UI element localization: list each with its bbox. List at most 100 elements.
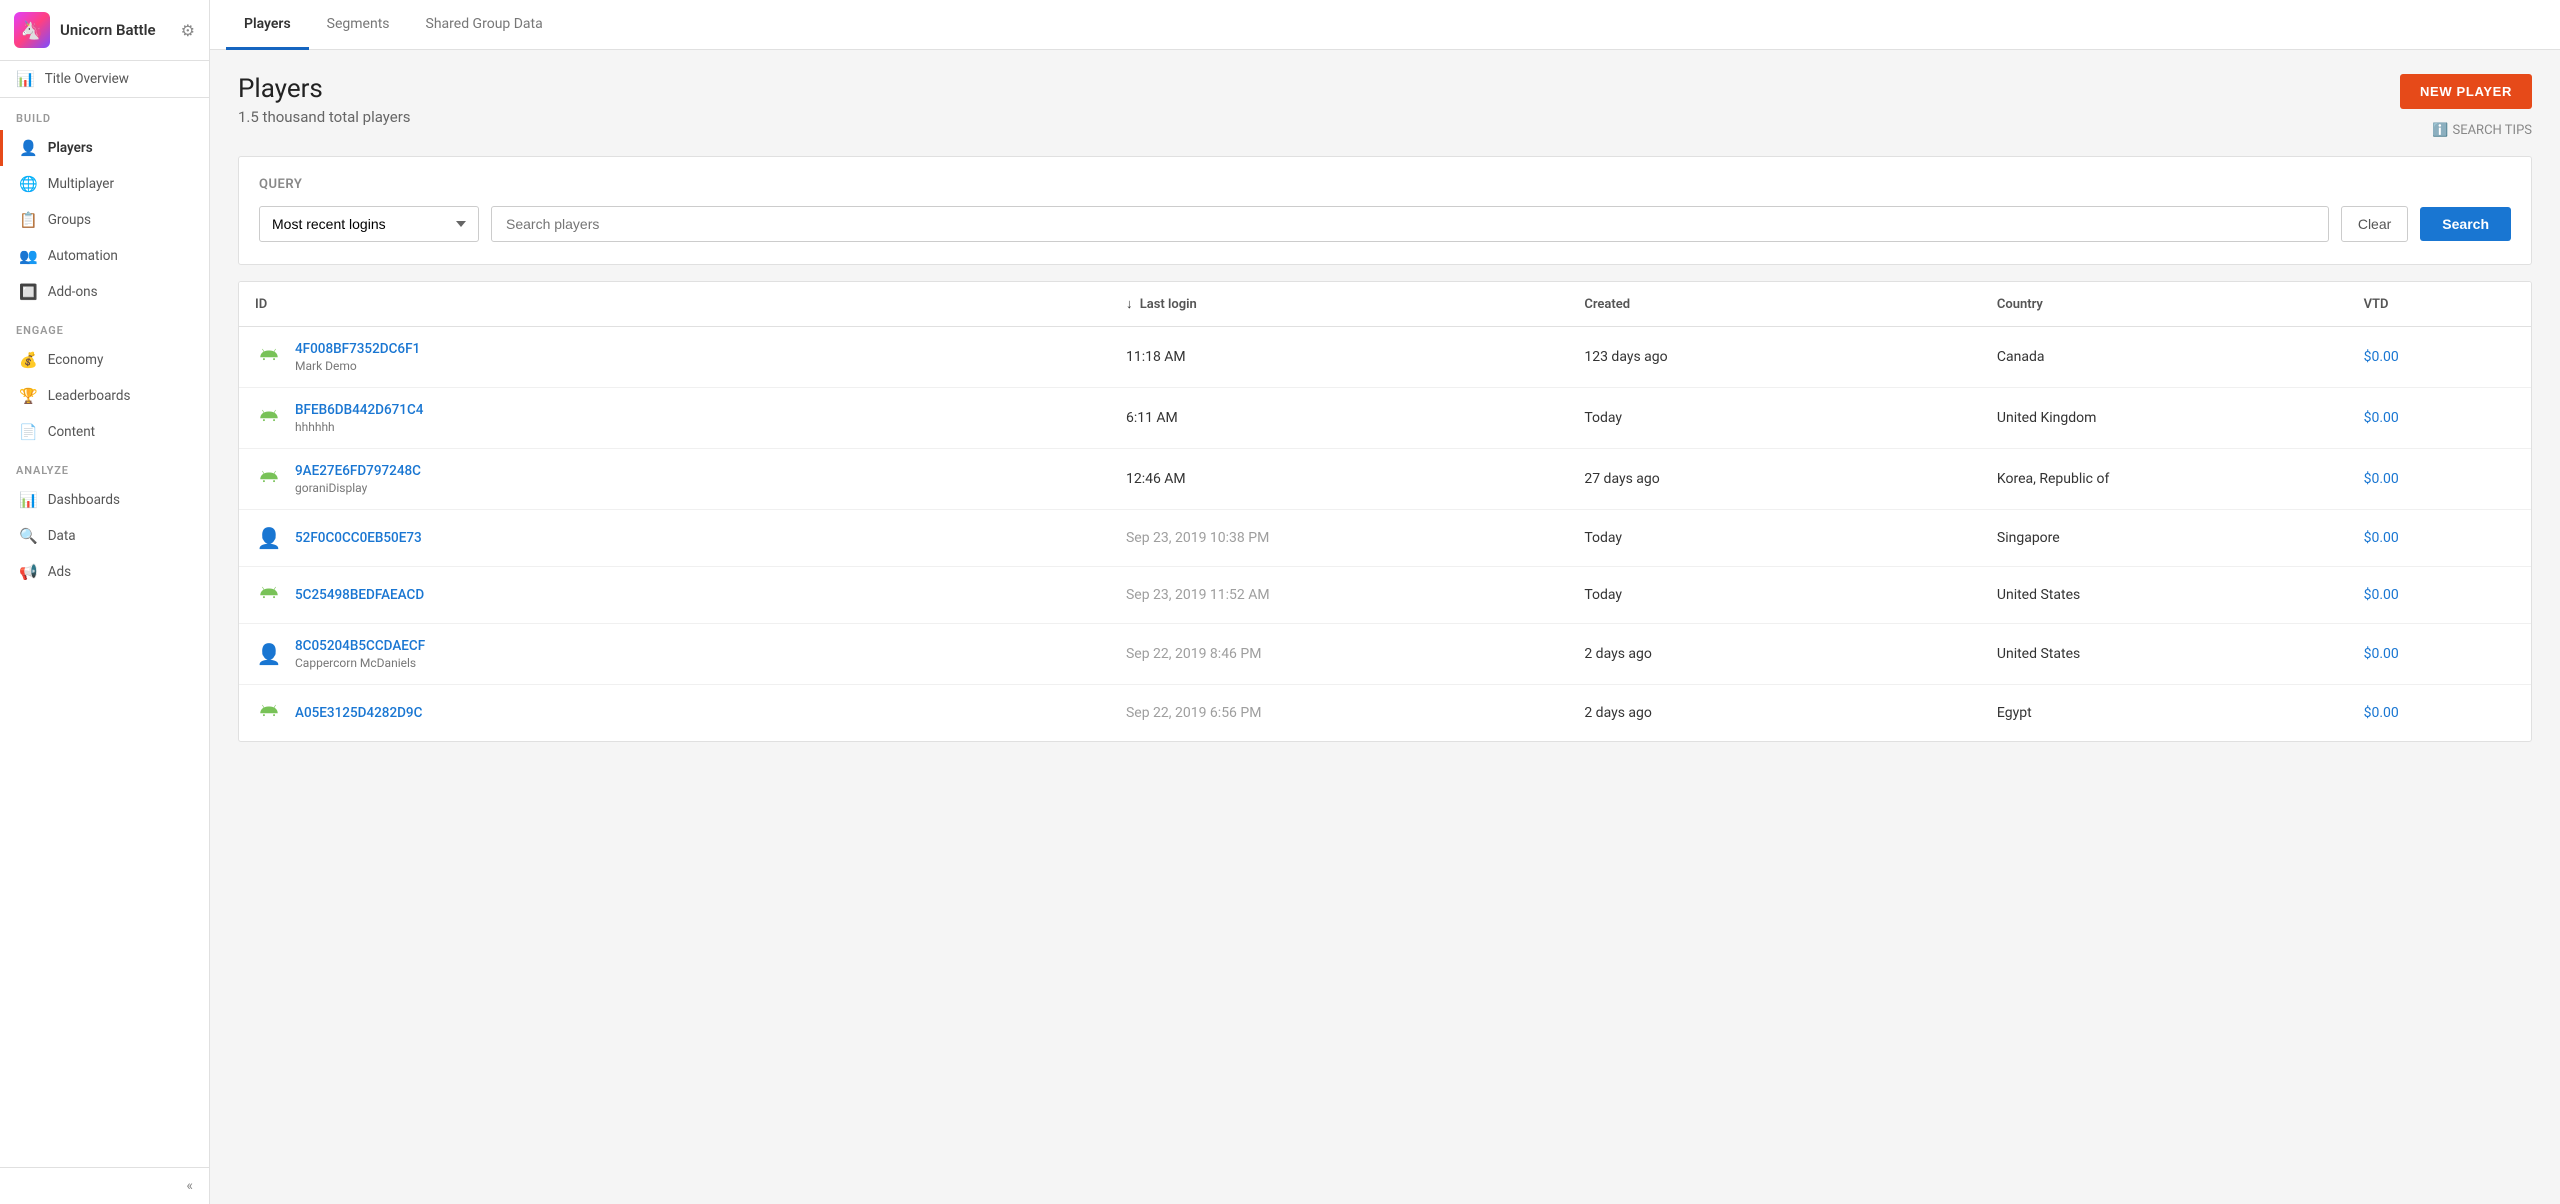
player-id-cell: BFEB6DB442D671C4 hhhhhh [239,388,1110,449]
player-created: 123 days ago [1568,327,1981,388]
sidebar-item-automation[interactable]: 👥 Automation [0,238,209,274]
tab-bar: Players Segments Shared Group Data [210,0,2560,50]
vtd-link[interactable]: $0.00 [2364,646,2399,662]
player-display-name: Mark Demo [295,359,420,373]
player-vtd: $0.00 [2348,327,2531,388]
new-player-button[interactable]: NEW PLAYER [2400,74,2532,109]
header-actions: NEW PLAYER ℹ️ SEARCH TIPS [2400,74,2532,138]
player-id-link[interactable]: 8C05204B5CCDAECF [295,638,425,654]
search-tips-link[interactable]: ℹ️ SEARCH TIPS [2432,123,2532,138]
player-last-login: 11:18 AM [1110,327,1568,388]
player-id-link[interactable]: 52F0C0CC0EB50E73 [295,530,422,546]
column-header-id: ID [239,282,1110,327]
vtd-link[interactable]: $0.00 [2364,587,2399,603]
android-icon [255,343,283,371]
dashboards-icon: 📊 [19,491,38,509]
bar-chart-icon: 📊 [16,70,35,88]
multiplayer-icon: 🌐 [19,175,38,193]
sidebar-item-title-overview[interactable]: 📊 Title Overview [0,61,209,98]
column-header-created: Created [1568,282,1981,327]
query-controls: Most recent loginsAll playersBy IDBy dis… [259,206,2511,242]
clear-button[interactable]: Clear [2341,206,2408,242]
player-country: United States [1981,624,2348,685]
player-last-login: Sep 23, 2019 11:52 AM [1110,567,1568,624]
column-header-country: Country [1981,282,2348,327]
tab-segments[interactable]: Segments [309,0,408,50]
player-vtd: $0.00 [2348,624,2531,685]
sidebar-item-players[interactable]: 👤 Players [0,130,209,166]
table-row: BFEB6DB442D671C4 hhhhhh 6:11 AM Today Un… [239,388,2531,449]
economy-icon: 💰 [19,351,38,369]
multiplayer-label: Multiplayer [48,176,114,192]
groups-icon: 📋 [19,211,38,229]
vtd-link[interactable]: $0.00 [2364,410,2399,426]
page-title-group: Players 1.5 thousand total players [238,74,411,126]
player-id-link[interactable]: 9AE27E6FD797248C [295,463,421,479]
android-icon [255,465,283,493]
table-row: 5C25498BEDFAEACD Sep 23, 2019 11:52 AM T… [239,567,2531,624]
sidebar-item-dashboards[interactable]: 📊 Dashboards [0,482,209,518]
table-row: 👤 8C05204B5CCDAECF Cappercorn McDaniels … [239,624,2531,685]
player-created: 2 days ago [1568,685,1981,742]
table-row: A05E3125D4282D9C Sep 22, 2019 6:56 PM 2 … [239,685,2531,742]
player-vtd: $0.00 [2348,388,2531,449]
search-button[interactable]: Search [2420,207,2511,241]
data-icon: 🔍 [19,527,38,545]
player-id-link[interactable]: 4F008BF7352DC6F1 [295,341,420,357]
sidebar-item-data[interactable]: 🔍 Data [0,518,209,554]
player-id-link[interactable]: A05E3125D4282D9C [295,705,422,721]
query-dropdown[interactable]: Most recent loginsAll playersBy IDBy dis… [259,206,479,242]
sidebar: 🦄 Unicorn Battle ⚙ 📊 Title Overview BUIL… [0,0,210,1204]
sidebar-collapse-button[interactable]: « [0,1167,209,1204]
sidebar-item-economy[interactable]: 💰 Economy [0,342,209,378]
sort-down-icon: ↓ [1126,297,1133,312]
sidebar-item-content[interactable]: 📄 Content [0,414,209,450]
players-table: ID ↓ Last login Created Country [238,281,2532,742]
player-id-cell: 👤 8C05204B5CCDAECF Cappercorn McDaniels [239,624,1110,685]
groups-label: Groups [48,212,91,228]
query-section: Query Most recent loginsAll playersBy ID… [238,156,2532,265]
sidebar-header: 🦄 Unicorn Battle ⚙ [0,0,209,61]
android-icon [255,581,283,609]
android-icon [255,404,283,432]
automation-label: Automation [48,248,118,264]
player-display-name: goraniDisplay [295,481,421,495]
vtd-link[interactable]: $0.00 [2364,349,2399,365]
info-icon: ℹ️ [2432,123,2448,138]
sidebar-item-leaderboards[interactable]: 🏆 Leaderboards [0,378,209,414]
player-created: Today [1568,388,1981,449]
main-area: Players Segments Shared Group Data Playe… [210,0,2560,1204]
sidebar-item-groups[interactable]: 📋 Groups [0,202,209,238]
column-header-vtd: VTD [2348,282,2531,327]
player-created: Today [1568,510,1981,567]
player-country: United States [1981,567,2348,624]
player-id-cell: 9AE27E6FD797248C goraniDisplay [239,449,1110,510]
player-created: 2 days ago [1568,624,1981,685]
player-last-login: Sep 22, 2019 6:56 PM [1110,685,1568,742]
content-area: Players 1.5 thousand total players NEW P… [210,50,2560,1204]
sidebar-item-addons[interactable]: 🔲 Add-ons [0,274,209,310]
sidebar-item-multiplayer[interactable]: 🌐 Multiplayer [0,166,209,202]
player-created: 27 days ago [1568,449,1981,510]
tab-shared-group-data[interactable]: Shared Group Data [408,0,561,50]
search-input[interactable] [491,206,2329,242]
leaderboards-label: Leaderboards [48,388,131,404]
gear-icon[interactable]: ⚙ [181,21,195,40]
content-icon: 📄 [19,423,38,441]
sidebar-item-ads[interactable]: 📢 Ads [0,554,209,590]
vtd-link[interactable]: $0.00 [2364,471,2399,487]
player-vtd: $0.00 [2348,685,2531,742]
column-header-last-login[interactable]: ↓ Last login [1110,282,1568,327]
vtd-link[interactable]: $0.00 [2364,705,2399,721]
app-logo: 🦄 [14,12,50,48]
players-label: Players [48,140,93,156]
tab-players[interactable]: Players [226,0,309,50]
addons-label: Add-ons [48,284,98,300]
player-last-login: Sep 22, 2019 8:46 PM [1110,624,1568,685]
player-id-link[interactable]: BFEB6DB442D671C4 [295,402,423,418]
player-id-link[interactable]: 5C25498BEDFAEACD [295,587,424,603]
analyze-section-label: ANALYZE [0,450,209,482]
vtd-link[interactable]: $0.00 [2364,530,2399,546]
addons-icon: 🔲 [19,283,38,301]
player-vtd: $0.00 [2348,449,2531,510]
